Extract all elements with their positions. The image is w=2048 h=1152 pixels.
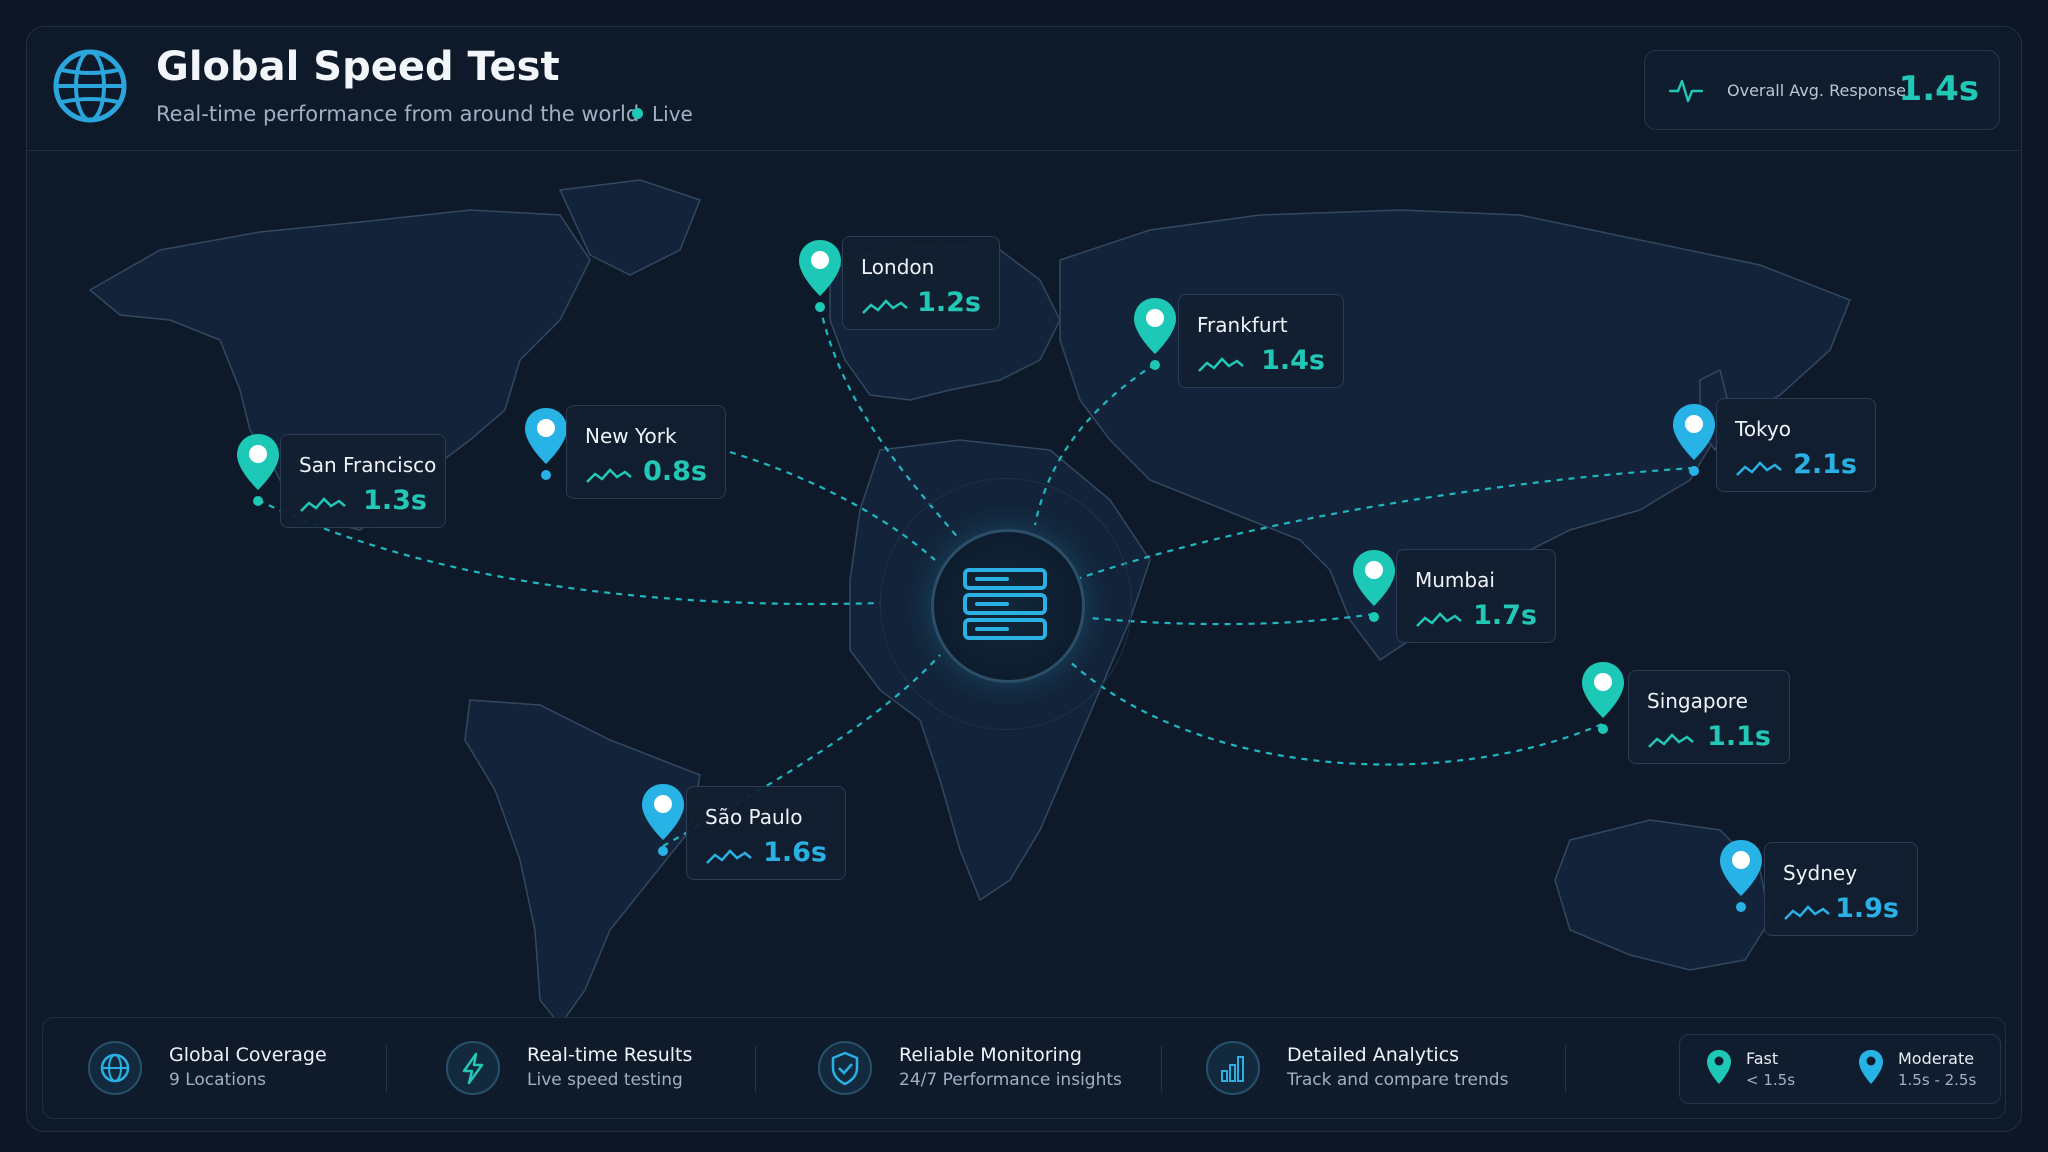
feature-title: Reliable Monitoring	[899, 1044, 1082, 1066]
location-card-new-york[interactable]: New York 0.8s	[566, 405, 726, 499]
speed-legend: Fast < 1.5s Moderate 1.5s - 2.5s	[1679, 1034, 2001, 1104]
location-card-mumbai[interactable]: Mumbai 1.7s	[1396, 549, 1556, 643]
location-response-time: 1.7s	[1473, 600, 1537, 631]
feature-reliable-monitoring: Reliable Monitoring 24/7 Performance ins…	[817, 1040, 1137, 1096]
trend-icon	[706, 849, 752, 864]
location-response-time: 1.3s	[363, 485, 427, 516]
server-icon	[963, 568, 1047, 640]
location-pin-icon[interactable]	[797, 238, 843, 314]
location-pin-icon[interactable]	[1580, 660, 1626, 736]
trend-icon	[1416, 612, 1462, 627]
overall-average-label: Overall Avg. Response	[1727, 81, 1906, 100]
page-title: Global Speed Test	[156, 44, 560, 90]
location-city: São Paulo	[705, 805, 803, 829]
header: Global Speed Test Real-time performance …	[26, 26, 2020, 151]
features-bar: Global Coverage 9 Locations Real-time Re…	[42, 1017, 2006, 1119]
feature-subtitle: 24/7 Performance insights	[899, 1070, 1122, 1090]
location-response-time: 0.8s	[643, 456, 707, 487]
location-response-time: 1.4s	[1261, 345, 1325, 376]
legend-range: < 1.5s	[1746, 1071, 1796, 1089]
overall-average-panel: Overall Avg. Response 1.4s	[1644, 50, 2000, 130]
feature-subtitle: Track and compare trends	[1287, 1070, 1509, 1090]
live-indicator: Live	[632, 102, 693, 126]
location-card-sydney[interactable]: Sydney 1.9s	[1764, 842, 1918, 936]
location-card-san-francisco[interactable]: San Francisco 1.3s	[280, 434, 446, 528]
feature-subtitle: 9 Locations	[169, 1070, 266, 1090]
feature-title: Real-time Results	[527, 1044, 693, 1066]
location-pin-icon[interactable]	[1351, 548, 1397, 624]
location-city: Mumbai	[1415, 568, 1495, 592]
globe-icon	[53, 49, 127, 123]
live-label: Live	[652, 102, 693, 126]
moderate-pin-icon	[1859, 1050, 1883, 1084]
location-city: Frankfurt	[1197, 313, 1288, 337]
location-response-time: 2.1s	[1793, 449, 1857, 480]
trend-icon	[1198, 357, 1244, 372]
trend-icon	[862, 299, 908, 314]
feature-title: Global Coverage	[169, 1044, 327, 1066]
trend-icon	[300, 497, 346, 512]
location-city: Sydney	[1783, 861, 1858, 885]
feature-realtime-results: Real-time Results Live speed testing	[445, 1040, 705, 1096]
location-city: London	[861, 255, 935, 279]
trend-icon	[1736, 461, 1782, 476]
location-response-time: 1.2s	[917, 287, 981, 318]
location-city: New York	[585, 424, 677, 448]
location-response-time: 1.6s	[763, 837, 827, 868]
location-pin-icon[interactable]	[640, 782, 686, 858]
trend-icon	[1648, 733, 1694, 748]
globe-icon	[88, 1041, 142, 1095]
fast-pin-icon	[1707, 1050, 1731, 1084]
feature-subtitle: Live speed testing	[527, 1070, 683, 1090]
bar-chart-icon	[1206, 1041, 1260, 1095]
location-card-singapore[interactable]: Singapore 1.1s	[1628, 670, 1790, 764]
legend-moderate: Moderate 1.5s - 2.5s	[1858, 1049, 1998, 1089]
legend-label: Moderate	[1898, 1049, 1975, 1068]
location-city: San Francisco	[299, 453, 437, 477]
trend-icon	[586, 468, 632, 483]
page-subtitle: Real-time performance from around the wo…	[156, 102, 640, 126]
location-card-tokyo[interactable]: Tokyo 2.1s	[1716, 398, 1876, 492]
divider	[386, 1046, 387, 1092]
divider	[755, 1046, 756, 1092]
pulse-icon	[1669, 79, 1703, 103]
shield-check-icon	[818, 1041, 872, 1095]
location-city: Tokyo	[1735, 417, 1791, 441]
location-response-time: 1.1s	[1707, 721, 1771, 752]
location-card-frankfurt[interactable]: Frankfurt 1.4s	[1178, 294, 1344, 388]
location-city: Singapore	[1647, 689, 1748, 713]
location-pin-icon[interactable]	[1718, 838, 1764, 914]
location-pin-icon[interactable]	[235, 432, 281, 508]
location-pin-icon[interactable]	[1671, 402, 1717, 478]
location-card-sao-paulo[interactable]: São Paulo 1.6s	[686, 786, 846, 880]
divider	[1565, 1046, 1566, 1092]
trend-icon	[1784, 905, 1830, 920]
legend-range: 1.5s - 2.5s	[1898, 1071, 1977, 1089]
live-dot-icon	[632, 108, 643, 119]
feature-title: Detailed Analytics	[1287, 1044, 1460, 1066]
location-pin-icon[interactable]	[1132, 296, 1178, 372]
lightning-icon	[446, 1041, 500, 1095]
feature-detailed-analytics: Detailed Analytics Track and compare tre…	[1205, 1040, 1525, 1096]
legend-label: Fast	[1746, 1049, 1779, 1068]
location-card-london[interactable]: London 1.2s	[842, 236, 1000, 330]
overall-average-value: 1.4s	[1898, 69, 1979, 109]
legend-fast: Fast < 1.5s	[1706, 1049, 1826, 1089]
location-response-time: 1.9s	[1835, 893, 1899, 924]
divider	[1161, 1046, 1162, 1092]
feature-global-coverage: Global Coverage 9 Locations	[87, 1040, 347, 1096]
location-pin-icon[interactable]	[523, 406, 569, 482]
